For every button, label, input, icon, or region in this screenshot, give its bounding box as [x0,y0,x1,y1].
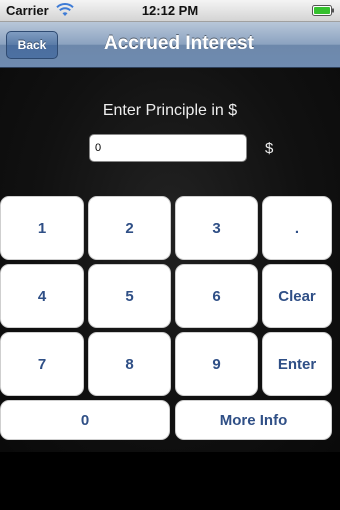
bottom-area [0,452,340,510]
key-9[interactable]: 9 [175,332,258,396]
currency-label: $ [265,140,274,157]
battery-icon [312,5,334,16]
navigation-bar: Back Accrued Interest [0,22,340,68]
content-area: Enter Principle in $ 0 $ 1 2 3 . 4 5 6 C… [0,68,340,452]
key-8[interactable]: 8 [88,332,171,396]
key-5[interactable]: 5 [88,264,171,328]
key-4[interactable]: 4 [0,264,84,328]
key-7[interactable]: 7 [0,332,84,396]
app-screen: Carrier 12:12 PM Back Accrued Interest E… [0,0,340,510]
back-button[interactable]: Back [6,31,58,59]
principal-prompt: Enter Principle in $ [102,102,238,119]
enter-button[interactable]: Enter [262,332,332,396]
key-3[interactable]: 3 [175,196,258,260]
key-0[interactable]: 0 [0,400,170,440]
key-6[interactable]: 6 [175,264,258,328]
key-1[interactable]: 1 [0,196,84,260]
clear-button[interactable]: Clear [262,264,332,328]
principal-input[interactable]: 0 [89,134,247,162]
key-decimal[interactable]: . [262,196,332,260]
key-2[interactable]: 2 [88,196,171,260]
more-info-button[interactable]: More Info [175,400,332,440]
page-title: Accrued Interest [104,33,254,54]
status-bar: Carrier 12:12 PM [0,0,340,22]
status-time: 12:12 PM [141,3,199,18]
